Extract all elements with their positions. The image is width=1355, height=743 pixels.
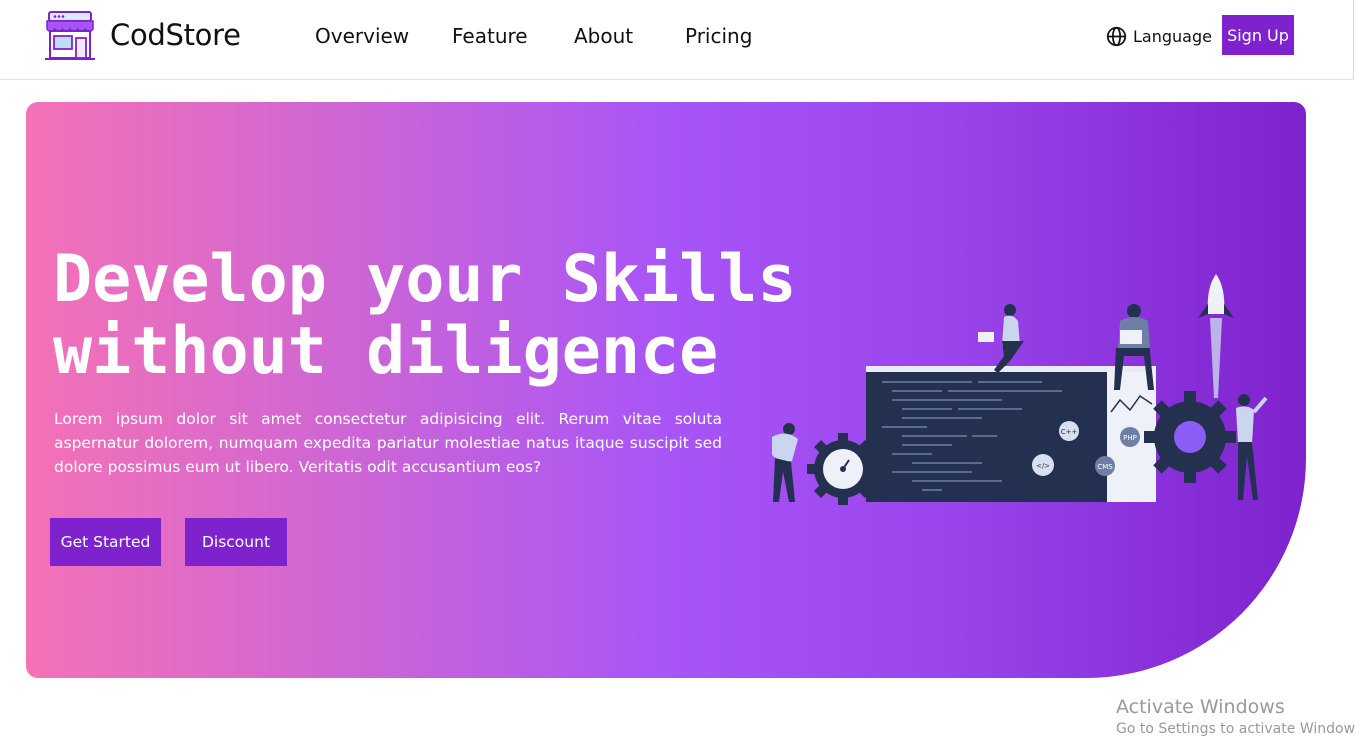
globe-icon (1106, 26, 1127, 46)
hero-description: Lorem ipsum dolor sit amet consectetur a… (54, 410, 722, 476)
brand-name[interactable]: CodStore (110, 18, 241, 52)
hero-banner: Develop your Skills without diligence Lo… (26, 102, 1306, 678)
get-started-button[interactable]: Get Started (50, 518, 161, 566)
code-tag-label: </> (1036, 462, 1050, 470)
discount-button[interactable]: Discount (185, 518, 287, 566)
nav-item-about[interactable]: About (574, 24, 633, 48)
developer-team-illustration: C++ PHP </> CMS (772, 274, 1268, 505)
activate-windows-title: Activate Windows (1116, 696, 1285, 718)
sign-up-button[interactable]: Sign Up (1222, 15, 1294, 55)
top-navbar: CodStore Overview Feature About Pricing … (0, 0, 1353, 80)
storefront-icon[interactable] (44, 9, 96, 61)
php-label: PHP (1123, 434, 1137, 442)
page-edge (1353, 0, 1354, 80)
nav-item-overview[interactable]: Overview (315, 24, 409, 48)
cpp-label: C++ (1061, 428, 1078, 436)
nav-item-feature[interactable]: Feature (452, 24, 528, 48)
language-selector[interactable]: Language (1106, 24, 1212, 48)
nav-item-pricing[interactable]: Pricing (685, 24, 752, 48)
cms-label: CMS (1097, 463, 1113, 471)
language-label: Language (1133, 26, 1212, 46)
activate-windows-subtitle: Go to Settings to activate Windows. (1116, 721, 1355, 737)
